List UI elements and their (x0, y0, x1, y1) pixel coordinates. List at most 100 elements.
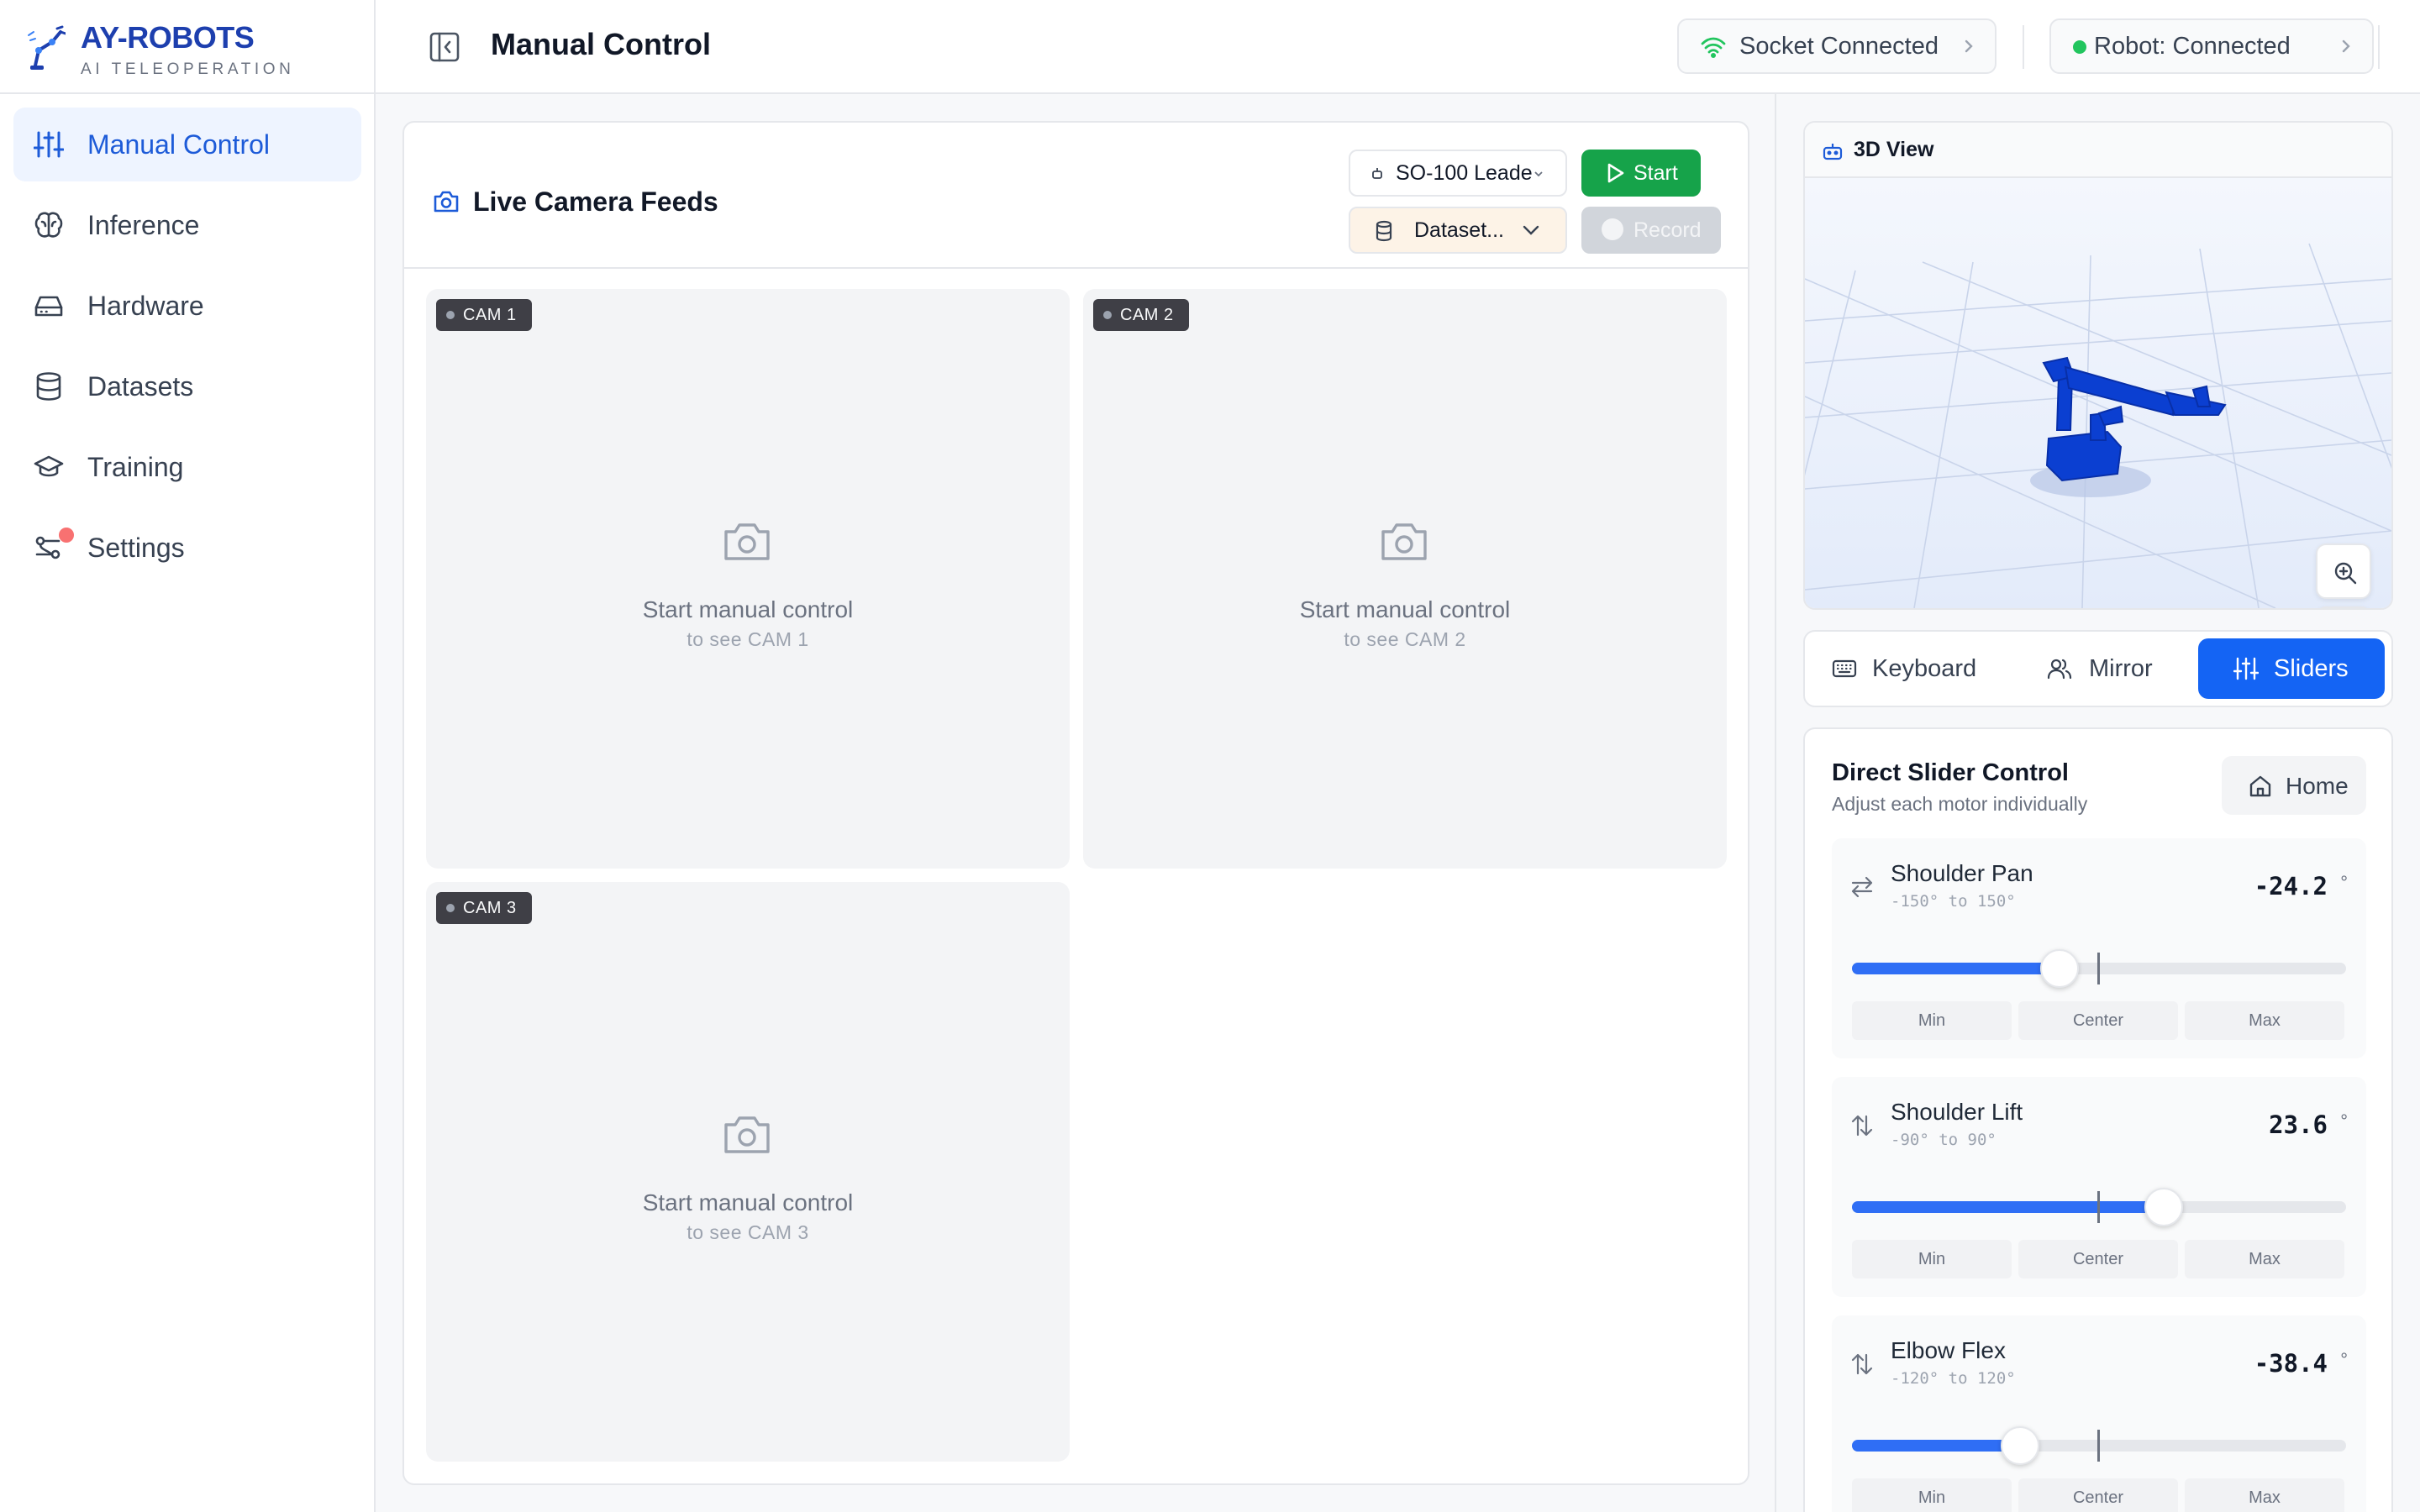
brand-title: AY-ROBOTS (81, 20, 255, 55)
camera-feed-tile: CAM 1 Start manual control to see CAM 1 (426, 289, 1070, 869)
motor-range: -90° to 90° (1891, 1131, 1996, 1149)
robot-arm-logo-icon (28, 25, 66, 70)
camera-panel: Live Camera Feeds SO-100 Leade Start Dat… (402, 121, 1749, 1485)
camera-badge: CAM 2 (1093, 299, 1189, 331)
motor-max-button[interactable]: Max (2185, 1001, 2344, 1040)
camera-placeholder-subtext: to see CAM 3 (687, 1221, 809, 1243)
motor-center-button[interactable]: Center (2018, 1001, 2178, 1040)
motor-shoulder-pan: Shoulder Pan -150° to 150° -24.2 ° Min C… (1832, 838, 2366, 1058)
sidebar-item-label: Inference (87, 209, 200, 240)
chevron-down-icon (1534, 171, 1543, 177)
camera-placeholder-text: Start manual control (642, 596, 854, 622)
motor-center-button[interactable]: Center (2018, 1240, 2178, 1278)
zoom-out-button[interactable] (2316, 606, 2371, 608)
camera-placeholder-icon (724, 523, 770, 560)
camera-badge-label: CAM 3 (463, 898, 517, 917)
record-button[interactable]: Record (1581, 207, 1721, 254)
tab-sliders[interactable]: Sliders (2198, 638, 2385, 699)
camera-status-dot (446, 311, 455, 319)
sliders-icon (2233, 657, 2259, 680)
tab-keyboard[interactable]: Keyboard (1813, 638, 1998, 699)
tab-label: Keyboard (1872, 655, 1977, 682)
motor-center-marker (2097, 953, 2100, 984)
sidebar-item-label: Hardware (87, 290, 204, 321)
socket-status-button[interactable]: Socket Connected (1677, 18, 1996, 74)
camera-status-dot (1103, 311, 1112, 319)
slider-control-panel: Direct Slider Control Adjust each motor … (1803, 727, 2393, 1512)
start-button-label: Start (1634, 160, 1678, 185)
robot-status-button[interactable]: Robot: Connected (2049, 18, 2374, 74)
database-icon (1376, 220, 1392, 242)
motor-slider-fill (1852, 963, 2060, 974)
motor-slider-track[interactable] (1852, 1426, 2346, 1465)
robot-icon (1823, 144, 1843, 160)
motor-slider-thumb[interactable] (2039, 949, 2079, 988)
motor-range: -150° to 150° (1891, 892, 2016, 911)
motor-slider-track[interactable] (1852, 1188, 2346, 1226)
notification-dot (59, 528, 74, 543)
3d-view-header: 3D View (1805, 123, 2391, 178)
brain-icon (34, 212, 63, 238)
motor-name: Shoulder Pan (1891, 860, 2033, 886)
motor-min-button[interactable]: Min (1852, 1001, 2012, 1040)
3d-view-title: 3D View (1854, 138, 1934, 161)
motor-slider-thumb[interactable] (2000, 1426, 2039, 1465)
motor-slider-fill (1852, 1440, 2020, 1452)
motor-min-button[interactable]: Min (1852, 1240, 2012, 1278)
sliders-icon (34, 131, 64, 158)
header-divider (2378, 25, 2380, 69)
sidebar-item-manual-control[interactable]: Manual Control (13, 108, 361, 181)
arrows-up-down-icon (1851, 1353, 1873, 1375)
dataset-select-value: Dataset... (1414, 218, 1504, 242)
motor-value: 23.6 (2269, 1110, 2328, 1139)
sidebar-item-label: Training (87, 451, 184, 482)
sidebar-item-label: Manual Control (87, 129, 270, 160)
motor-name: Shoulder Lift (1891, 1099, 2023, 1125)
motor-center-marker (2097, 1430, 2100, 1462)
sidebar-item-training[interactable]: Training (13, 430, 361, 504)
dataset-select[interactable]: Dataset... (1349, 207, 1567, 254)
motor-degree-unit: ° (2340, 1349, 2348, 1370)
motor-center-button[interactable]: Center (2018, 1478, 2178, 1512)
graduation-cap-icon (34, 455, 64, 477)
socket-status-label: Socket Connected (1739, 32, 1939, 60)
tab-mirror[interactable]: Mirror (2005, 638, 2190, 699)
camera-panel-header: Live Camera Feeds SO-100 Leade Start Dat… (404, 123, 1748, 269)
camera-status-dot (446, 904, 455, 912)
camera-panel-title: Live Camera Feeds (473, 186, 718, 217)
control-mode-tabs: Keyboard Mirror Sliders (1803, 630, 2393, 707)
camera-placeholder-text: Start manual control (1299, 596, 1511, 622)
sidebar-item-label: Settings (87, 532, 185, 563)
3d-view-panel: 3D View (1803, 121, 2393, 610)
motor-max-button[interactable]: Max (2185, 1240, 2344, 1278)
sidebar-nav: Manual Control Inference Hardware Datase… (13, 108, 361, 591)
page-title: Manual Control (491, 27, 711, 61)
zoom-in-icon (2334, 562, 2357, 585)
sidebar-item-datasets[interactable]: Datasets (13, 349, 361, 423)
home-button[interactable]: Home (2222, 756, 2366, 815)
camera-feed-tile: CAM 3 Start manual control to see CAM 3 (426, 882, 1070, 1462)
motor-degree-unit: ° (2340, 1110, 2348, 1131)
motor-range: -120° to 120° (1891, 1369, 2016, 1388)
start-button[interactable]: Start (1581, 150, 1701, 197)
motor-slider-track[interactable] (1852, 949, 2346, 988)
sidebar-item-inference[interactable]: Inference (13, 188, 361, 262)
motor-center-marker (2097, 1191, 2100, 1223)
camera-badge-label: CAM 1 (463, 305, 517, 324)
tab-label: Sliders (2274, 655, 2349, 682)
3d-viewport[interactable] (1805, 178, 2391, 608)
zoom-in-button[interactable] (2316, 543, 2371, 599)
header-divider (2023, 25, 2024, 69)
tab-label: Mirror (2089, 655, 2153, 682)
motor-slider-thumb[interactable] (2144, 1188, 2184, 1226)
leader-select[interactable]: SO-100 Leade (1349, 150, 1567, 197)
camera-badge: CAM 1 (436, 299, 532, 331)
chevron-down-icon (1523, 225, 1539, 235)
record-dot-icon (1602, 218, 1623, 240)
sidebar-collapse-icon[interactable] (428, 30, 461, 64)
sidebar-item-hardware[interactable]: Hardware (13, 269, 361, 343)
motor-max-button[interactable]: Max (2185, 1478, 2344, 1512)
motor-min-button[interactable]: Min (1852, 1478, 2012, 1512)
sidebar-item-settings[interactable]: Settings (13, 511, 361, 585)
camera-placeholder-subtext: to see CAM 1 (687, 628, 809, 650)
